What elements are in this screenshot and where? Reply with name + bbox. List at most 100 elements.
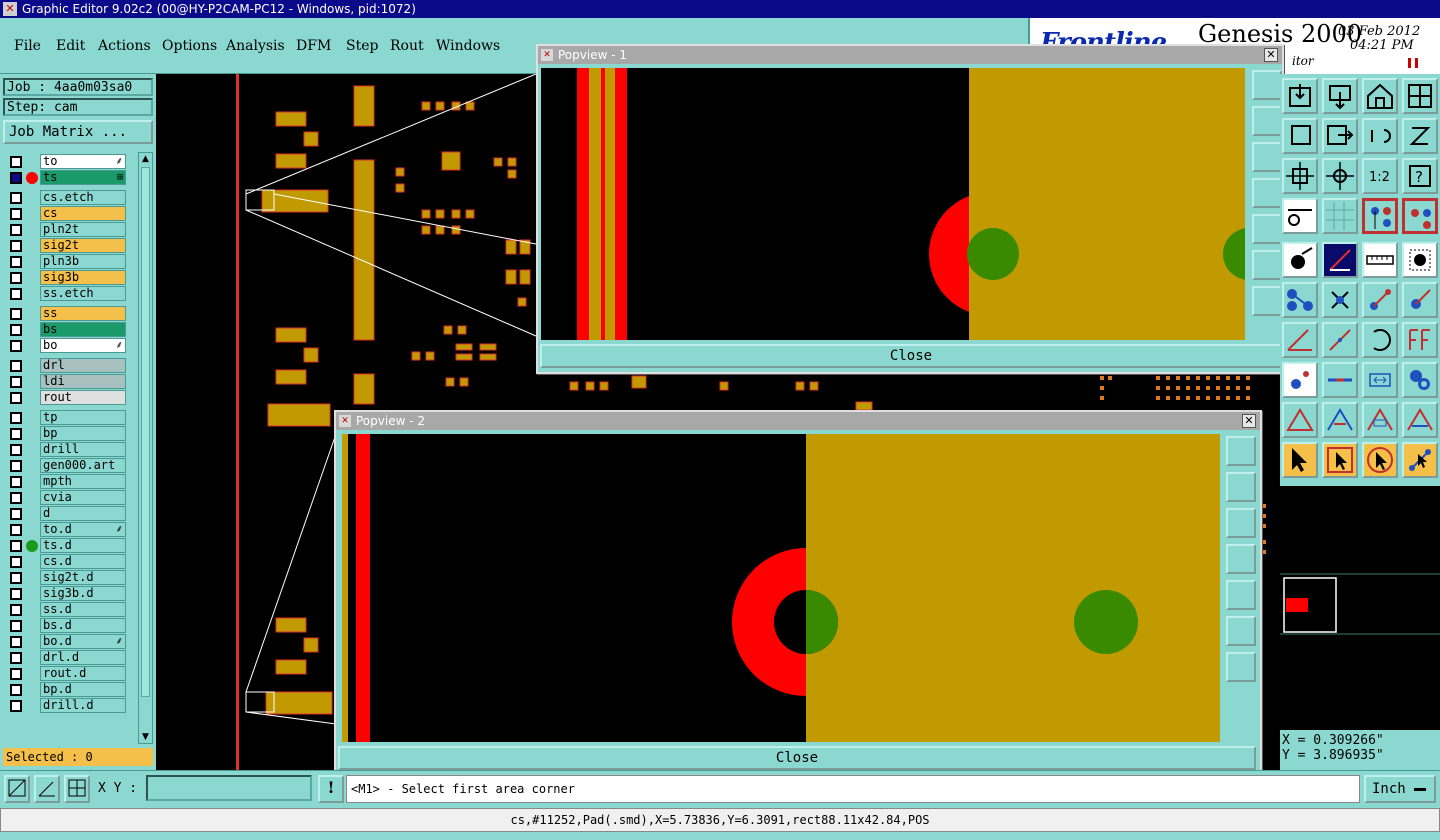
layer-row[interactable]: tp bbox=[6, 410, 128, 425]
layer-name[interactable]: pln2t bbox=[40, 222, 126, 237]
popview-1-view[interactable] bbox=[541, 68, 1245, 340]
tool-select-circle-icon[interactable] bbox=[1362, 442, 1398, 478]
zoom-in-icon[interactable] bbox=[1226, 616, 1256, 646]
scroll-down-icon[interactable]: ▼ bbox=[140, 731, 151, 743]
layer-row[interactable]: sig2t bbox=[6, 238, 128, 253]
layer-checkbox[interactable] bbox=[10, 340, 22, 352]
snap-line-icon[interactable] bbox=[4, 775, 30, 803]
layer-name[interactable]: cs.etch bbox=[40, 190, 126, 205]
layer-checkbox[interactable] bbox=[10, 156, 22, 168]
layer-checkbox[interactable] bbox=[10, 588, 22, 600]
popview-2-close-icon[interactable]: ✕ bbox=[1242, 414, 1256, 428]
layer-row[interactable]: drill.d bbox=[6, 698, 128, 713]
pan-down-icon[interactable] bbox=[1252, 142, 1282, 172]
layer-name[interactable]: mpth bbox=[40, 474, 126, 489]
zoom-out-icon[interactable] bbox=[1252, 286, 1282, 316]
popview-1-titlebar[interactable]: ✕ Popview - 1 ✕ bbox=[538, 46, 1282, 64]
job-matrix-button[interactable]: Job Matrix ... bbox=[3, 120, 153, 144]
layer-row[interactable]: cvia bbox=[6, 490, 128, 505]
tool-net2-icon[interactable] bbox=[1402, 198, 1438, 234]
layer-checkbox[interactable] bbox=[10, 240, 22, 252]
layer-row[interactable]: sig3b bbox=[6, 270, 128, 285]
layer-checkbox[interactable] bbox=[10, 308, 22, 320]
layer-row[interactable]: bp bbox=[6, 426, 128, 441]
snap-angle-icon[interactable] bbox=[34, 775, 60, 803]
popview-2-close-button[interactable]: Close bbox=[338, 746, 1256, 770]
layer-row[interactable]: rout.d bbox=[6, 666, 128, 681]
tool-triangle2-icon[interactable] bbox=[1322, 402, 1358, 438]
layer-checkbox[interactable] bbox=[10, 172, 22, 184]
tool-grid-icon[interactable] bbox=[1322, 198, 1358, 234]
popview-1-close-button[interactable]: Close bbox=[540, 344, 1282, 368]
layer-name[interactable]: sig2t bbox=[40, 238, 126, 253]
zoom-fit-icon[interactable] bbox=[1226, 436, 1256, 466]
layer-checkbox[interactable] bbox=[10, 556, 22, 568]
menu-file[interactable]: File bbox=[14, 38, 41, 54]
tool-slope-icon[interactable] bbox=[1322, 322, 1358, 358]
layer-checkbox[interactable] bbox=[10, 636, 22, 648]
popview-1-close-icon[interactable]: ✕ bbox=[1264, 48, 1278, 62]
menu-rout[interactable]: Rout bbox=[390, 38, 424, 54]
tool-ruler-icon[interactable] bbox=[1362, 242, 1398, 278]
tool-select-box-icon[interactable] bbox=[1322, 442, 1358, 478]
layer-name[interactable]: drl.d bbox=[40, 650, 126, 665]
layer-row[interactable]: sig2t.d bbox=[6, 570, 128, 585]
tool-split-icon[interactable] bbox=[1322, 362, 1358, 398]
layer-checkbox[interactable] bbox=[10, 652, 22, 664]
popview-2-view[interactable] bbox=[342, 434, 1220, 742]
tool-pan-icon[interactable] bbox=[1282, 158, 1318, 194]
layer-row[interactable]: ss.etch bbox=[6, 286, 128, 301]
layer-row[interactable]: mpth bbox=[6, 474, 128, 489]
tool-triangle4-icon[interactable] bbox=[1402, 402, 1438, 438]
menu-analysis[interactable]: Analysis bbox=[226, 38, 285, 54]
layer-name[interactable]: ts.d bbox=[40, 538, 126, 553]
layer-checkbox[interactable] bbox=[10, 540, 22, 552]
tool-move-icon[interactable] bbox=[1282, 78, 1318, 114]
layer-checkbox[interactable] bbox=[10, 620, 22, 632]
tool-rotate-icon[interactable] bbox=[1362, 118, 1398, 154]
layer-row[interactable]: to ⸙ bbox=[6, 154, 128, 169]
layer-row[interactable]: bo ⸙ bbox=[6, 338, 128, 353]
layer-name[interactable]: ts ⊞ bbox=[40, 170, 126, 185]
popview-2-titlebar[interactable]: ✕ Popview - 2 ✕ bbox=[336, 412, 1260, 430]
tool-insert-icon[interactable] bbox=[1322, 78, 1358, 114]
layer-name[interactable]: d bbox=[40, 506, 126, 521]
layer-name[interactable]: bp.d bbox=[40, 682, 126, 697]
tool-triangle3-icon[interactable] bbox=[1362, 402, 1398, 438]
pan-left-icon[interactable] bbox=[1226, 544, 1256, 574]
layer-checkbox[interactable] bbox=[10, 700, 22, 712]
menu-actions[interactable]: Actions bbox=[98, 38, 151, 54]
scroll-up-icon[interactable]: ▲ bbox=[140, 153, 151, 165]
layer-checkbox[interactable] bbox=[10, 524, 22, 536]
pan-down-icon[interactable] bbox=[1226, 508, 1256, 538]
layer-row[interactable]: cs.etch bbox=[6, 190, 128, 205]
layer-row[interactable]: pln3b bbox=[6, 254, 128, 269]
layer-name[interactable]: to.d ⸙ bbox=[40, 522, 126, 537]
tool-probe-icon[interactable] bbox=[1282, 362, 1318, 398]
layer-name[interactable]: drill.d bbox=[40, 698, 126, 713]
layer-name[interactable]: gen000.art bbox=[40, 458, 126, 473]
layer-name[interactable]: sig3b.d bbox=[40, 586, 126, 601]
layer-row[interactable]: gen000.art bbox=[6, 458, 128, 473]
layer-checkbox[interactable] bbox=[10, 460, 22, 472]
menu-options[interactable]: Options bbox=[162, 38, 217, 54]
tool-copy-icon[interactable] bbox=[1282, 118, 1318, 154]
layer-row[interactable]: cs.d bbox=[6, 554, 128, 569]
layer-name[interactable]: ldi bbox=[40, 374, 126, 389]
layer-name[interactable]: to ⸙ bbox=[40, 154, 126, 169]
tool-dimension-icon[interactable] bbox=[1362, 362, 1398, 398]
tool-net-icon[interactable] bbox=[1362, 198, 1398, 234]
tool-mirror-icon[interactable] bbox=[1402, 118, 1438, 154]
tool-measure-icon[interactable] bbox=[1282, 198, 1318, 234]
layer-row[interactable]: rout bbox=[6, 390, 128, 405]
tool-window-icon[interactable] bbox=[1402, 78, 1438, 114]
layer-name[interactable]: rout.d bbox=[40, 666, 126, 681]
layer-checkbox[interactable] bbox=[10, 360, 22, 372]
layer-checkbox[interactable] bbox=[10, 668, 22, 680]
layer-checkbox[interactable] bbox=[10, 428, 22, 440]
layer-row[interactable]: bo.d ⸙ bbox=[6, 634, 128, 649]
warning-button[interactable]: ! bbox=[318, 775, 344, 803]
layer-name[interactable]: bs bbox=[40, 322, 126, 337]
pan-right-icon[interactable] bbox=[1252, 214, 1282, 244]
tool-line-icon[interactable] bbox=[1322, 242, 1358, 278]
